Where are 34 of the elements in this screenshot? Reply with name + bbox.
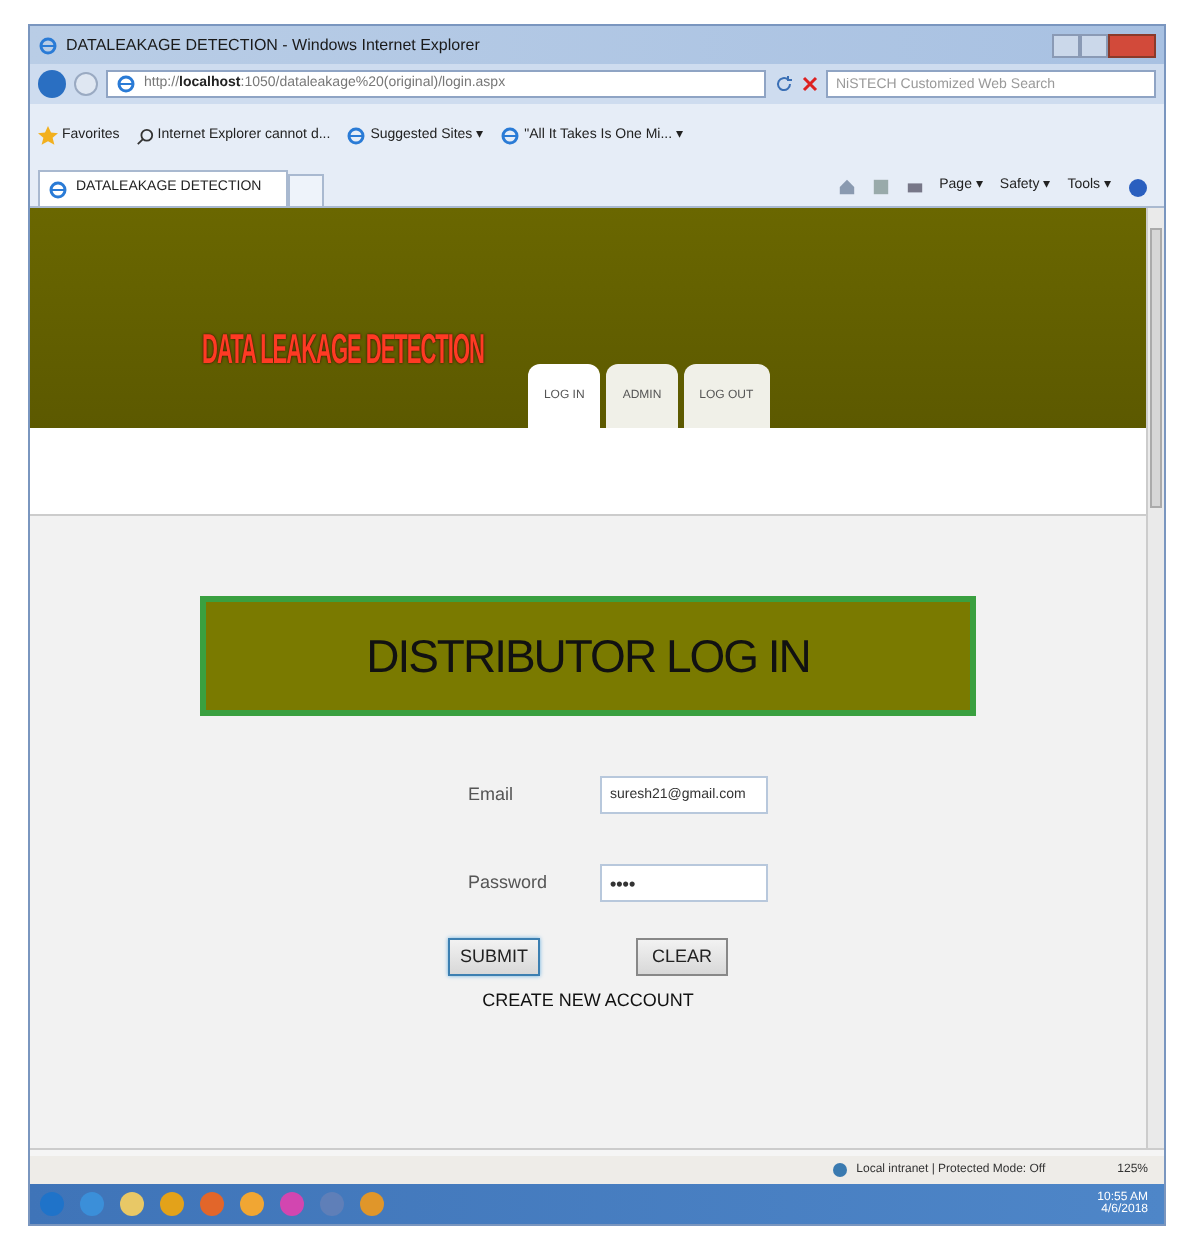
taskbar-app-icon[interactable] — [278, 1190, 306, 1218]
form-button[interactable]: SUBMIT — [448, 938, 540, 976]
ie-icon — [116, 74, 136, 94]
ie-icon — [500, 126, 521, 146]
back-button[interactable] — [38, 70, 66, 98]
taskbar-app-icon[interactable] — [118, 1190, 146, 1218]
close-button[interactable] — [1108, 33, 1156, 57]
forward-button[interactable] — [74, 72, 98, 96]
login-heading: DISTRIBUTOR LOG IN — [366, 627, 810, 686]
taskbar-app-icon[interactable] — [358, 1190, 386, 1218]
star-icon — [38, 126, 58, 146]
minimize-button[interactable] — [1052, 33, 1080, 57]
password-field[interactable]: •••• — [600, 864, 768, 902]
taskbar-app-icon[interactable] — [198, 1190, 226, 1218]
maximize-button[interactable] — [1080, 33, 1108, 57]
scrollbar[interactable] — [1146, 208, 1164, 1148]
stop-icon[interactable] — [802, 76, 818, 92]
create-account-link[interactable]: CREATE NEW ACCOUNT — [482, 988, 694, 1015]
taskbar-app-icon[interactable] — [78, 1190, 106, 1218]
window-title: DATALEAKAGE DETECTION - Windows Internet Explorer — [66, 33, 480, 57]
site-logo: DATA LEAKAGE DETECTION — [202, 325, 484, 378]
field-label: Email — [468, 781, 516, 808]
refresh-icon[interactable] — [774, 74, 794, 94]
ie-icon — [38, 35, 58, 55]
home-icon[interactable] — [837, 178, 856, 196]
taskbar-app-icon[interactable] — [158, 1190, 186, 1218]
globe-icon — [832, 1162, 849, 1178]
search-icon — [135, 127, 154, 145]
field-label: Password — [468, 869, 550, 896]
form-button[interactable]: CLEAR — [636, 938, 728, 976]
ie-icon — [346, 126, 367, 146]
ie-icon — [48, 179, 68, 199]
taskbar-app-icon[interactable] — [238, 1190, 266, 1218]
new-tab-button[interactable] — [288, 174, 324, 206]
